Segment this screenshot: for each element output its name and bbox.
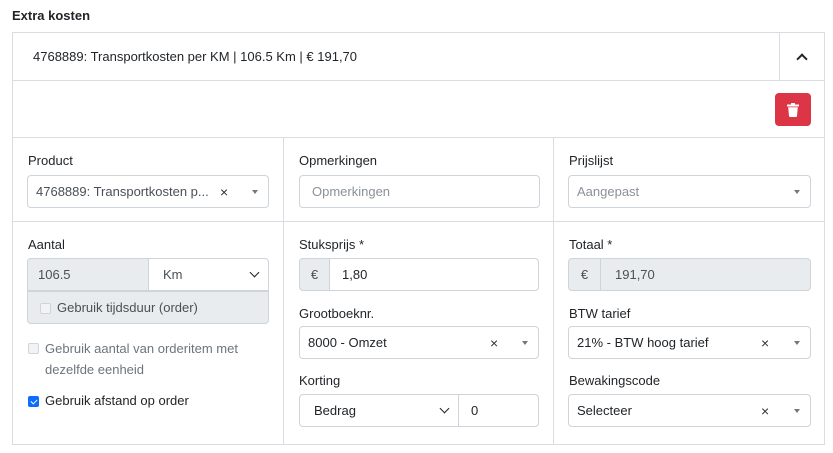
totaal-currency: € xyxy=(568,258,601,291)
bewaking-select[interactable]: Selecteer × xyxy=(568,394,811,427)
aantal-label: Aantal xyxy=(28,237,65,252)
col-stuksprijs: Stuksprijs * € 1,80 Grootboeknr. 8000 - … xyxy=(283,222,554,444)
product-clear-icon[interactable]: × xyxy=(220,185,228,199)
korting-input[interactable]: 0 xyxy=(458,394,539,427)
prijslijst-caret-icon xyxy=(794,190,800,194)
grootboek-caret-icon xyxy=(522,341,528,345)
btw-caret-icon xyxy=(794,341,800,345)
row-product: Product 4768889: Transportkosten p... × … xyxy=(13,137,824,221)
collapse-button[interactable] xyxy=(779,33,824,80)
tijdsduur-checkbox[interactable] xyxy=(40,303,51,314)
col-product: Product 4768889: Transportkosten p... × xyxy=(13,138,284,221)
btw-value: 21% - BTW hoog tarief xyxy=(577,335,709,350)
korting-value: 0 xyxy=(471,403,479,418)
prijslijst-select[interactable]: Aangepast xyxy=(568,175,811,208)
bewaking-value: Selecteer xyxy=(577,403,632,418)
orderitem-label: Gebruik aantal van orderitem met dezelfd… xyxy=(45,338,238,380)
stuksprijs-input[interactable]: 1,80 xyxy=(329,258,539,291)
cost-item-summary: 4768889: Transportkosten per KM | 106.5 … xyxy=(33,49,358,64)
afstand-checkbox-row[interactable]: Gebruik afstand op order xyxy=(28,393,189,408)
section-title: Extra kosten xyxy=(12,8,91,23)
col-totaal: Totaal * € 191,70 BTW tarief 21% - BTW h… xyxy=(553,222,824,444)
prijslijst-value: Aangepast xyxy=(577,184,640,199)
cost-item-header[interactable]: 4768889: Transportkosten per KM | 106.5 … xyxy=(13,33,824,81)
opmerkingen-input[interactable]: Opmerkingen xyxy=(299,175,540,208)
product-caret-icon xyxy=(252,190,258,194)
totaal-value: 191,70 xyxy=(615,267,655,282)
product-select[interactable]: 4768889: Transportkosten p... × xyxy=(27,175,269,208)
aantal-input[interactable]: 106.5 xyxy=(27,258,149,291)
korting-type-value: Bedrag xyxy=(314,403,356,418)
unit-value: Km xyxy=(163,267,183,282)
col-opmerkingen: Opmerkingen Opmerkingen xyxy=(283,138,554,221)
aantal-value: 106.5 xyxy=(38,267,71,282)
grootboek-label: Grootboeknr. xyxy=(299,306,375,321)
btw-label: BTW tarief xyxy=(569,306,631,321)
orderitem-checkbox-row[interactable]: Gebruik aantal van orderitem met dezelfd… xyxy=(28,338,238,380)
stuksprijs-currency: € xyxy=(299,258,330,291)
product-value: 4768889: Transportkosten p... xyxy=(36,184,209,199)
afstand-label: Gebruik afstand op order xyxy=(45,393,189,408)
chevron-up-icon xyxy=(796,52,808,65)
tijdsduur-checkbox-row[interactable]: Gebruik tijdsduur (order) xyxy=(40,300,198,315)
orderitem-checkbox[interactable] xyxy=(28,343,39,354)
grootboek-select[interactable]: 8000 - Omzet × xyxy=(299,326,539,359)
bewaking-clear-icon[interactable]: × xyxy=(761,404,769,418)
orderitem-label-line2: dezelfde eenheid xyxy=(45,362,145,377)
orderitem-label-line1: Gebruik aantal van orderitem met xyxy=(45,341,238,356)
totaal-input[interactable]: 191,70 xyxy=(600,258,811,291)
stuksprijs-value: 1,80 xyxy=(342,267,368,282)
trash-icon xyxy=(787,102,799,117)
opmerkingen-label: Opmerkingen xyxy=(299,153,378,168)
korting-type-select[interactable]: Bedrag xyxy=(299,394,459,427)
tijdsduur-label: Gebruik tijdsduur (order) xyxy=(57,300,198,315)
grootboek-clear-icon[interactable]: × xyxy=(490,336,498,350)
stuksprijs-label: Stuksprijs * xyxy=(299,237,365,252)
col-prijslijst: Prijslijst Aangepast xyxy=(553,138,824,221)
afstand-checkbox[interactable] xyxy=(28,396,39,407)
unit-select[interactable]: Km xyxy=(148,258,269,291)
col-aantal: Aantal 106.5 Km Gebruik tijdsduur (order… xyxy=(13,222,284,444)
extra-cost-card: 4768889: Transportkosten per KM | 106.5 … xyxy=(12,32,825,445)
btw-select[interactable]: 21% - BTW hoog tarief × xyxy=(568,326,811,359)
grootboek-value: 8000 - Omzet xyxy=(308,335,387,350)
korting-label: Korting xyxy=(299,373,341,388)
unit-chevron-icon xyxy=(249,267,260,278)
bewaking-caret-icon xyxy=(794,409,800,413)
btw-clear-icon[interactable]: × xyxy=(761,336,769,350)
row-pricing: Aantal 106.5 Km Gebruik tijdsduur (order… xyxy=(13,221,824,444)
tijdsduur-box: Gebruik tijdsduur (order) xyxy=(27,291,269,324)
prijslijst-label: Prijslijst xyxy=(569,153,614,168)
totaal-label: Totaal * xyxy=(569,237,613,252)
opmerkingen-placeholder: Opmerkingen xyxy=(312,184,391,199)
product-label: Product xyxy=(28,153,73,168)
korting-chevron-icon xyxy=(439,403,450,414)
delete-button[interactable] xyxy=(775,93,811,126)
bewaking-label: Bewakingscode xyxy=(569,373,661,388)
